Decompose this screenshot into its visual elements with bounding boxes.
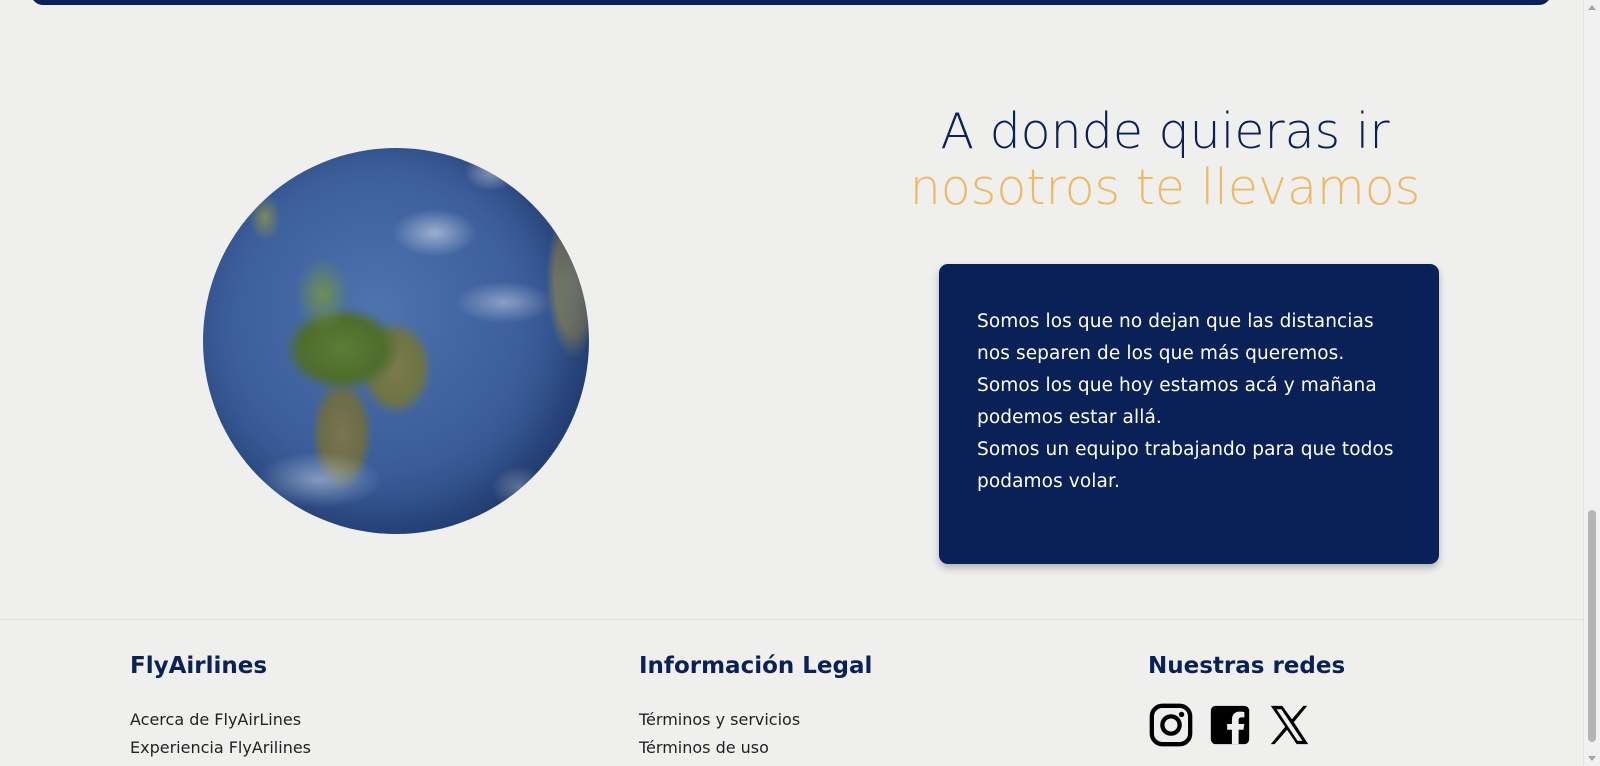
intro-paragraph: Somos los que hoy estamos acá y mañana p…	[977, 375, 1377, 428]
about-link[interactable]: Acerca de FlyAirLines	[130, 706, 311, 734]
site-footer: FlyAirlines Acerca de FlyAirLines Experi…	[0, 619, 1583, 766]
facebook-icon[interactable]	[1207, 702, 1253, 748]
footer-column-legal: Información Legal Términos y servicios T…	[639, 652, 872, 762]
instagram-icon[interactable]	[1148, 702, 1194, 748]
social-icons	[1148, 702, 1345, 748]
scroll-up-arrow-icon[interactable]	[1588, 5, 1596, 10]
footer-column-brand: FlyAirlines Acerca de FlyAirLines Experi…	[130, 652, 311, 762]
scrollbar-thumb[interactable]	[1588, 510, 1596, 742]
footer-column-social: Nuestras redes	[1148, 652, 1345, 748]
terms-use-link[interactable]: Términos de uso	[639, 734, 872, 762]
intro-paragraph: Somos los que no dejan que las distancia…	[977, 311, 1374, 364]
header-bar-edge	[31, 0, 1551, 5]
scroll-down-arrow-icon[interactable]	[1588, 756, 1596, 761]
x-icon[interactable]	[1266, 702, 1312, 748]
terms-services-link[interactable]: Términos y servicios	[639, 706, 872, 734]
footer-social-title: Nuestras redes	[1148, 653, 1346, 679]
intro-card: Somos los que no dejan que las distancia…	[939, 264, 1439, 564]
earth-globe-image	[203, 148, 589, 534]
headline-primary: A donde quieras ir	[940, 103, 1390, 160]
experience-link[interactable]: Experiencia FlyArilines	[130, 734, 311, 762]
footer-legal-title: Información Legal	[639, 653, 873, 679]
footer-brand-title: FlyAirlines	[130, 653, 268, 679]
scrollbar[interactable]	[1583, 0, 1600, 766]
headline-accent: nosotros te llevamos	[909, 159, 1421, 216]
intro-paragraph: Somos un equipo trabajando para que todo…	[977, 439, 1394, 492]
